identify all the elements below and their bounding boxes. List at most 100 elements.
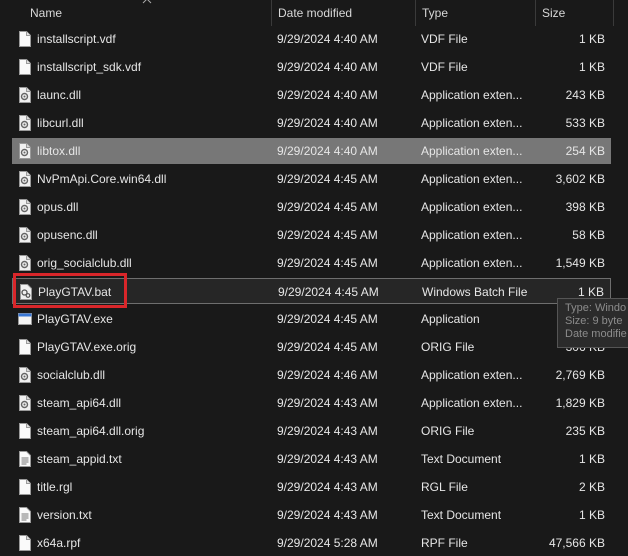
file-type: Application exten... — [421, 200, 523, 214]
file-row[interactable]: installscript_sdk.vdf 9/29/2024 4:40 AM VD… — [12, 54, 611, 80]
text-file-icon — [18, 507, 32, 523]
document-icon — [18, 423, 32, 439]
file-type: RGL File — [421, 480, 468, 494]
file-size: 254 KB — [565, 144, 605, 158]
file-size: 1 KB — [578, 60, 605, 74]
file-row[interactable]: opus.dll 9/29/2024 4:45 AM Application ext… — [12, 194, 611, 220]
file-row[interactable]: title.rgl 9/29/2024 4:43 AM RGL File 2 KB — [12, 474, 611, 500]
file-date-modified: 9/29/2024 4:40 AM — [277, 60, 378, 74]
file-name: installscript.vdf — [37, 32, 116, 46]
exe-window-icon — [18, 311, 32, 327]
file-row[interactable]: libcurl.dll 9/29/2024 4:40 AM Application … — [12, 110, 611, 136]
file-row[interactable]: PlayGTAV.exe 9/29/2024 4:45 AM Application… — [12, 306, 611, 332]
file-size: 533 KB — [565, 116, 605, 130]
file-type: VDF File — [421, 32, 468, 46]
tooltip-line-date: Date modifie — [565, 328, 627, 340]
file-info-tooltip: Type: Windo Size: 9 byte Date modifie — [557, 298, 628, 348]
file-name: steam_api64.dll.orig — [37, 424, 145, 438]
file-row[interactable]: libtox.dll 9/29/2024 4:40 AM Application e… — [12, 138, 611, 164]
column-header-name[interactable]: Name — [24, 0, 272, 26]
file-type: Application exten... — [421, 116, 523, 130]
file-date-modified: 9/29/2024 4:43 AM — [277, 424, 378, 438]
file-name: PlayGTAV.bat — [38, 285, 112, 299]
tooltip-line-type: Type: Windo — [565, 302, 627, 314]
file-name: steam_appid.txt — [37, 452, 122, 466]
file-name: NvPmApi.Core.win64.dll — [37, 172, 167, 186]
file-date-modified: 9/29/2024 4:43 AM — [277, 452, 378, 466]
file-size: 235 KB — [565, 424, 605, 438]
file-type: ORIG File — [421, 340, 475, 354]
file-type: Application exten... — [421, 172, 523, 186]
file-row[interactable]: PlayGTAV.bat 9/29/2024 4:45 AM Windows Bat… — [12, 278, 611, 304]
file-size: 3,602 KB — [555, 172, 605, 186]
file-row[interactable]: launc.dll 9/29/2024 4:40 AM Application ex… — [12, 82, 611, 108]
dll-gear-icon — [18, 367, 32, 383]
column-header-size[interactable]: Size — [536, 0, 614, 26]
file-row[interactable]: orig_socialclub.dll 9/29/2024 4:45 AM Appl… — [12, 250, 611, 276]
file-name: version.txt — [37, 508, 92, 522]
file-type: Text Document — [421, 508, 502, 522]
file-row[interactable]: x64a.rpf 9/29/2024 5:28 AM RPF File 47,566 … — [12, 530, 611, 556]
file-name: installscript_sdk.vdf — [37, 60, 142, 74]
file-date-modified: 9/29/2024 4:40 AM — [277, 32, 378, 46]
dll-gear-icon — [18, 395, 32, 411]
file-name: socialclub.dll — [37, 368, 106, 382]
document-icon — [18, 339, 32, 355]
dll-gear-icon — [18, 171, 32, 187]
document-icon — [18, 59, 32, 75]
file-row[interactable]: installscript.vdf 9/29/2024 4:40 AM VDF Fi… — [12, 26, 611, 52]
file-date-modified: 9/29/2024 4:46 AM — [277, 368, 378, 382]
file-type: Text Document — [421, 452, 502, 466]
file-type: Application exten... — [421, 368, 523, 382]
file-date-modified: 9/29/2024 4:45 AM — [277, 256, 378, 270]
file-name: steam_api64.dll — [37, 396, 122, 410]
file-type: Application exten... — [421, 228, 523, 242]
document-icon — [18, 31, 32, 47]
file-date-modified: 9/29/2024 4:40 AM — [277, 116, 378, 130]
file-type: VDF File — [421, 60, 468, 74]
file-size: 58 KB — [572, 228, 605, 242]
file-row[interactable]: steam_api64.dll.orig 9/29/2024 4:43 AM ORI… — [12, 418, 611, 444]
file-row[interactable]: PlayGTAV.exe.orig 9/29/2024 4:45 AM ORIG F… — [12, 334, 611, 360]
dll-gear-icon — [18, 199, 32, 215]
column-header-date-modified[interactable]: Date modified — [272, 0, 416, 26]
text-file-icon — [18, 451, 32, 467]
file-date-modified: 9/29/2024 4:45 AM — [277, 172, 378, 186]
file-size: 1 KB — [578, 452, 605, 466]
file-date-modified: 9/29/2024 4:43 AM — [277, 396, 378, 410]
document-icon — [18, 479, 32, 495]
file-row[interactable]: socialclub.dll 9/29/2024 4:46 AM Applicati… — [12, 362, 611, 388]
file-name: x64a.rpf — [37, 536, 81, 550]
file-date-modified: 9/29/2024 4:45 AM — [278, 285, 379, 299]
file-size: 47,566 KB — [548, 536, 605, 550]
file-date-modified: 9/29/2024 4:43 AM — [277, 480, 378, 494]
file-date-modified: 9/29/2024 4:40 AM — [277, 88, 378, 102]
file-date-modified: 9/29/2024 4:45 AM — [277, 228, 378, 242]
document-icon — [18, 535, 32, 551]
column-header-type[interactable]: Type — [416, 0, 536, 26]
file-size: 1,829 KB — [555, 396, 605, 410]
column-header-bar: Name Date modified Type Size — [0, 0, 628, 26]
file-row[interactable]: version.txt 9/29/2024 4:43 AM Text Documen… — [12, 502, 611, 528]
batch-file-icon — [19, 284, 33, 300]
file-type: Application exten... — [421, 88, 523, 102]
file-type: Windows Batch File — [422, 285, 528, 299]
file-name: PlayGTAV.exe.orig — [37, 340, 137, 354]
file-row[interactable]: steam_api64.dll 9/29/2024 4:43 AM Applicat… — [12, 390, 611, 416]
file-type: ORIG File — [421, 424, 475, 438]
file-row[interactable]: NvPmApi.Core.win64.dll 9/29/2024 4:45 AM A… — [12, 166, 611, 192]
file-row[interactable]: opusenc.dll 9/29/2024 4:45 AM Application … — [12, 222, 611, 248]
file-name: title.rgl — [37, 480, 73, 494]
dll-gear-icon — [18, 227, 32, 243]
file-date-modified: 9/29/2024 4:43 AM — [277, 508, 378, 522]
dll-gear-icon — [18, 87, 32, 103]
file-name: libtox.dll — [37, 144, 81, 158]
file-size: 243 KB — [565, 88, 605, 102]
file-name: opusenc.dll — [37, 228, 98, 242]
file-date-modified: 9/29/2024 4:45 AM — [277, 200, 378, 214]
file-type: Application exten... — [421, 256, 523, 270]
file-row[interactable]: steam_appid.txt 9/29/2024 4:43 AM Text Doc… — [12, 446, 611, 472]
file-size: 1,549 KB — [555, 256, 605, 270]
tooltip-line-size: Size: 9 byte — [565, 315, 623, 327]
dll-gear-icon — [18, 143, 32, 159]
